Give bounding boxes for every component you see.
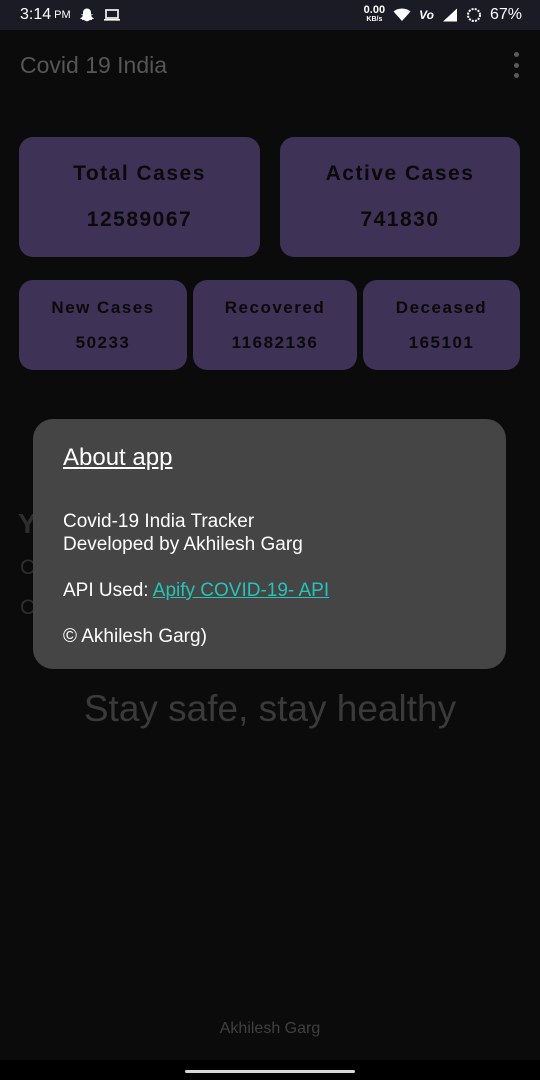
total-cases-value: 12589067 bbox=[86, 208, 193, 231]
status-bar: 3:14 PM 0.00 KB/s Vo 67% bbox=[0, 0, 540, 30]
app-bar: Covid 19 India bbox=[0, 30, 540, 100]
recovered-card: Recovered 11682136 bbox=[193, 280, 357, 370]
signal-icon bbox=[442, 8, 457, 22]
status-ampm: PM bbox=[54, 9, 71, 21]
new-cases-value: 50233 bbox=[75, 332, 131, 352]
wifi-icon bbox=[393, 8, 411, 21]
footer-credit: Akhilesh Garg bbox=[219, 1020, 321, 1037]
app-title: Covid 19 India bbox=[20, 52, 168, 78]
dialog-title: About app bbox=[63, 444, 173, 471]
recovered-label: Recovered bbox=[224, 297, 326, 317]
speed-value: 0.00 bbox=[363, 4, 386, 16]
tagline: Stay safe, stay healthy bbox=[83, 688, 457, 729]
navigation-bar bbox=[0, 1060, 540, 1080]
total-cases-label: Total Cases bbox=[73, 162, 206, 185]
new-cases-card: New Cases 50233 bbox=[19, 280, 187, 370]
api-link[interactable]: Apify COVID-19- API bbox=[153, 580, 329, 601]
status-right: 0.00 KB/s Vo 67% bbox=[363, 4, 522, 24]
active-cases-card: Active Cases 741830 bbox=[280, 137, 520, 257]
active-cases-value: 741830 bbox=[360, 208, 440, 231]
battery-percent: 67% bbox=[489, 6, 522, 23]
deceased-card: Deceased 165101 bbox=[363, 280, 520, 370]
snapchat-icon bbox=[79, 8, 94, 22]
dialog-api-line: API Used: Apify COVID-19- API bbox=[63, 580, 329, 602]
battery-icon bbox=[466, 8, 481, 22]
new-cases-label: New Cases bbox=[51, 297, 155, 317]
dialog-developer: Developed by Akhilesh Garg bbox=[63, 534, 303, 555]
network-label: Vo bbox=[419, 8, 434, 22]
active-cases-label: Active Cases bbox=[325, 162, 475, 185]
laptop-icon bbox=[103, 9, 120, 21]
status-time: 3:14 bbox=[20, 6, 52, 23]
deceased-label: Deceased bbox=[395, 297, 488, 317]
speed-unit: KB/s bbox=[366, 16, 383, 23]
network-speed: 0.00 KB/s bbox=[363, 4, 386, 24]
dialog-copyright: © Akhilesh Garg) bbox=[63, 626, 207, 647]
total-cases-card: Total Cases 12589067 bbox=[19, 137, 260, 257]
about-dialog: About app Covid-19 India Tracker Develop… bbox=[33, 419, 506, 669]
api-prefix: API Used: bbox=[63, 580, 153, 601]
home-gesture-handle[interactable] bbox=[185, 1070, 355, 1073]
deceased-value: 165101 bbox=[408, 332, 475, 352]
overflow-menu-icon[interactable] bbox=[512, 52, 520, 78]
recovered-value: 11682136 bbox=[231, 332, 319, 352]
status-left: 3:14 PM bbox=[20, 6, 121, 24]
dialog-app-name: Covid-19 India Tracker bbox=[63, 511, 255, 532]
